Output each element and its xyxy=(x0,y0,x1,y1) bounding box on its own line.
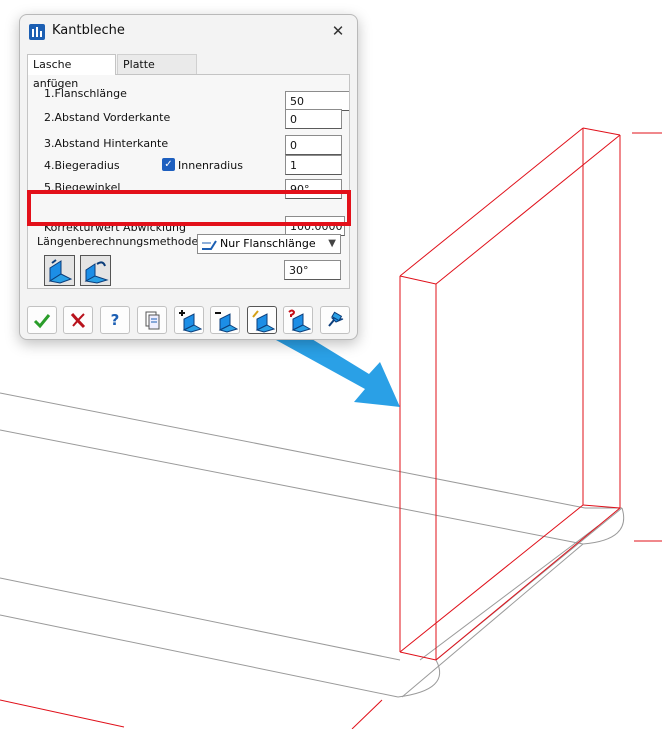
query-flange-icon xyxy=(288,309,311,333)
pin-icon xyxy=(328,311,344,327)
app-icon xyxy=(29,24,45,40)
laengenberechnung-value: Nur Flanschlänge xyxy=(220,237,316,250)
bend-mode-1-button[interactable] xyxy=(44,255,75,286)
innenradius-label: Innenradius xyxy=(178,159,243,172)
document-icon xyxy=(145,311,160,330)
window-title: Kantbleche xyxy=(52,23,125,38)
title-bar[interactable]: Kantbleche ✕ xyxy=(20,15,357,47)
remove-flange-icon xyxy=(215,312,238,333)
abstand-vorderkante-label: 2.Abstand Vorderkante xyxy=(44,111,171,124)
tab-panel: 1.Flanschlänge 50 2.Abstand Vorderkante … xyxy=(27,74,350,289)
angle-input[interactable]: 30° xyxy=(284,260,341,280)
highlight-frame xyxy=(27,190,351,226)
chevron-down-icon: ▼ xyxy=(328,238,336,249)
tab-platte-anfuegen[interactable]: Platte anfügen xyxy=(117,54,197,90)
close-icon[interactable]: ✕ xyxy=(326,19,350,43)
add-flange-button[interactable] xyxy=(174,306,204,334)
cancel-button[interactable] xyxy=(63,306,93,334)
document-button[interactable] xyxy=(137,306,167,334)
add-flange-icon xyxy=(179,310,202,333)
abstand-hinterkante-input[interactable]: 0 xyxy=(285,135,342,155)
gray-reference-lines xyxy=(0,392,625,698)
abstand-hinterkante-label: 3.Abstand Hinterkante xyxy=(44,137,169,150)
innenradius-checkbox[interactable]: ✓ xyxy=(162,158,175,171)
query-flange-button[interactable] xyxy=(283,306,313,334)
abstand-vorderkante-input[interactable]: 0 xyxy=(285,109,342,129)
cancel-icon xyxy=(70,313,86,329)
edit-flange-icon xyxy=(252,310,275,333)
bend-flange-icon xyxy=(48,259,73,284)
kantbleche-dialog: Kantbleche ✕ Lasche anfügen Platte anfüg… xyxy=(19,14,358,340)
bend-mode-2-button[interactable] xyxy=(80,255,111,286)
remove-flange-button[interactable] xyxy=(210,306,240,334)
biegeradius-input[interactable]: 1 xyxy=(285,155,342,175)
biegeradius-label: 4.Biegeradius xyxy=(44,159,120,172)
laengenberechnung-label: Längenberechnungsmethode xyxy=(37,235,199,248)
edit-flange-button[interactable] xyxy=(247,306,277,334)
flange-length-icon xyxy=(202,240,217,250)
pin-button[interactable] xyxy=(320,306,350,334)
laengenberechnung-select[interactable]: Nur Flanschlänge ▼ xyxy=(197,234,341,254)
help-button[interactable]: ? xyxy=(100,306,130,334)
tab-lasche-anfuegen[interactable]: Lasche anfügen xyxy=(27,54,116,90)
help-icon: ? xyxy=(110,311,120,329)
checkmark-icon xyxy=(33,314,51,329)
bend-flange-alt-icon xyxy=(84,261,109,284)
ok-button[interactable] xyxy=(27,306,57,334)
flanschlaenge-input[interactable]: 50 xyxy=(285,91,349,111)
